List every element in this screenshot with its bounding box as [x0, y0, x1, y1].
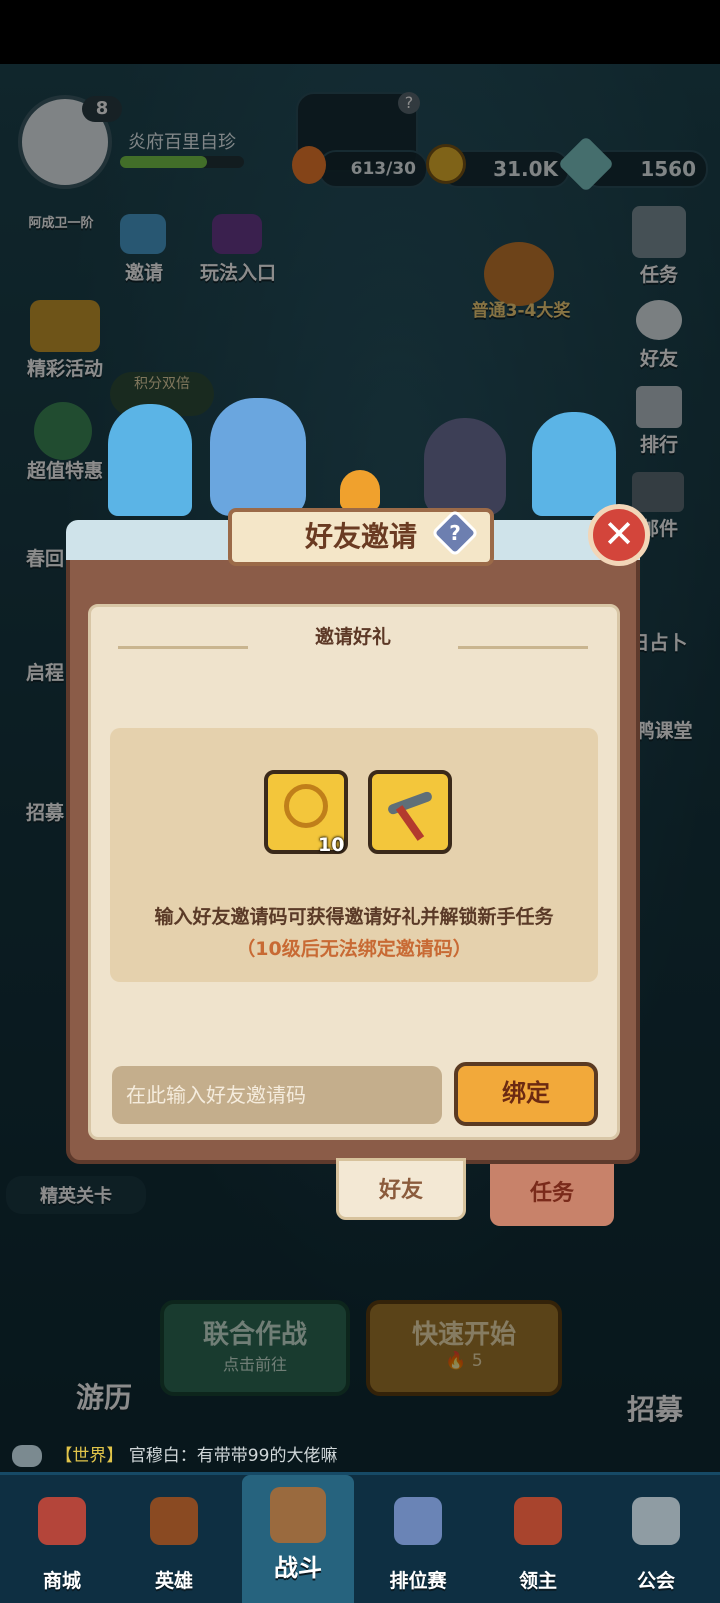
- reward-quantity: 10: [318, 834, 345, 856]
- invite-code-input[interactable]: [112, 1066, 442, 1124]
- dialog-title: 好友邀请: [304, 520, 417, 553]
- nav-lord-label: 领主: [518, 1570, 557, 1592]
- nav-lord[interactable]: 领主: [482, 1475, 594, 1603]
- nav-battle[interactable]: 战斗: [242, 1475, 354, 1603]
- campfire-icon: [340, 470, 380, 510]
- shop-icon: [38, 1497, 86, 1545]
- invite-description: 输入好友邀请码可获得邀请好礼并解锁新手任务: [154, 906, 554, 928]
- nav-guild[interactable]: 公会: [600, 1475, 712, 1603]
- snow-tree-right: [532, 412, 616, 516]
- hero-card-icon: [150, 1497, 198, 1545]
- nav-heroes-label: 英雄: [154, 1570, 193, 1592]
- snow-tree-left: [108, 404, 192, 516]
- pickaxe-icon[interactable]: [368, 770, 452, 854]
- status-bar: [0, 0, 720, 64]
- shield-icon: [394, 1497, 442, 1545]
- close-icon[interactable]: ✕: [588, 504, 650, 566]
- nav-shop-label: 商城: [42, 1570, 81, 1592]
- tab-friends[interactable]: 好友: [336, 1158, 466, 1220]
- section-title: 邀请好礼: [314, 626, 391, 648]
- invite-level-note: （10级后无法绑定邀请码）: [236, 938, 472, 960]
- nav-shop[interactable]: 商城: [6, 1475, 118, 1603]
- gray-penguin-character: [424, 418, 506, 516]
- blue-penguin-character: [210, 398, 306, 516]
- bind-button[interactable]: 绑定: [454, 1062, 598, 1126]
- banner-icon: [514, 1497, 562, 1545]
- chat-message: 官穆白：有带带99的大佬嘛: [128, 1446, 338, 1466]
- nav-ranked-label: 排位赛: [389, 1570, 447, 1592]
- nav-heroes[interactable]: 英雄: [118, 1475, 230, 1603]
- nav-battle-label: 战斗: [274, 1554, 322, 1582]
- tab-tasks[interactable]: 任务: [490, 1164, 614, 1226]
- chat-channel: 【世界】: [55, 1446, 124, 1466]
- nav-ranked[interactable]: 排位赛: [362, 1475, 474, 1603]
- chat-icon: [12, 1445, 42, 1467]
- castle-icon: [632, 1497, 680, 1545]
- crossed-swords-icon: [270, 1487, 326, 1543]
- nav-guild-label: 公会: [636, 1570, 675, 1592]
- bottom-nav: 商城 英雄 战斗 排位赛 领主 公会: [0, 1472, 720, 1603]
